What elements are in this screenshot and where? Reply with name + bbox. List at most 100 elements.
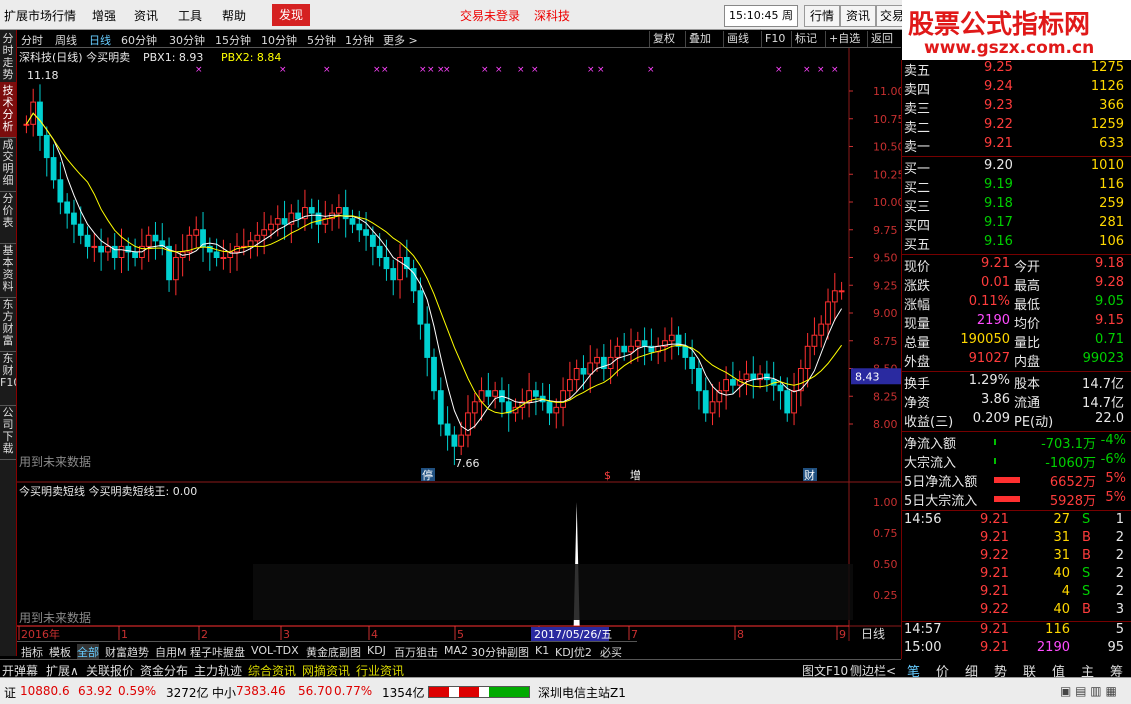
period-5[interactable]: 15分钟 bbox=[215, 32, 251, 48]
x-tick-label: 2016年 bbox=[21, 627, 60, 641]
vtab-label: 东方财富 bbox=[2, 298, 14, 347]
vtab-7[interactable]: 公司下载 bbox=[0, 404, 16, 460]
tick-side: S bbox=[1082, 584, 1091, 599]
server-name[interactable]: 深圳电信主站Z1 bbox=[538, 684, 626, 701]
period-2[interactable]: 日线 bbox=[89, 32, 111, 48]
sell-price: 9.24 bbox=[984, 79, 1013, 94]
indicator-tab-12[interactable]: K1 bbox=[535, 644, 549, 657]
buy-price: 9.17 bbox=[984, 215, 1013, 230]
quote-tab-button[interactable]: 行情 bbox=[804, 5, 840, 27]
index2-value[interactable]: 7383.46 bbox=[236, 684, 286, 698]
indicator-tab-6[interactable]: VOL-TDX bbox=[251, 644, 299, 657]
candle-body bbox=[23, 123, 30, 126]
flow-row: 5日净流入额 6652万 5% bbox=[902, 471, 1131, 490]
tick-count: 2 bbox=[1115, 584, 1124, 599]
sell-row[interactable]: 卖四 9.24 1126 bbox=[902, 79, 1131, 98]
indicator-tab-1[interactable]: 模板 bbox=[49, 644, 71, 660]
indicator-tab-9[interactable]: 百万狙击 bbox=[394, 644, 438, 660]
sell-volume: 1126 bbox=[1090, 79, 1124, 94]
indicator-tab-5[interactable]: 程子咔握盘 bbox=[190, 644, 245, 660]
menu-tools[interactable]: 工具 bbox=[178, 7, 202, 24]
indicator-tab-14[interactable]: 必买 bbox=[600, 644, 622, 660]
menu-enhance[interactable]: 增强 bbox=[92, 7, 116, 24]
event-marker[interactable]: 财 bbox=[804, 468, 815, 482]
vtab-0[interactable]: 分时走势 bbox=[0, 30, 16, 84]
period-9[interactable]: 更多 > bbox=[383, 32, 418, 48]
fund-row: 收益(三) 0.209 PE(动) 22.0 bbox=[902, 411, 1131, 430]
indicator-tab-11[interactable]: 30分钟副图 bbox=[471, 644, 529, 660]
vtab-label: 分时走势 bbox=[2, 32, 14, 81]
buy-label: 买二 bbox=[904, 181, 931, 196]
buy-row[interactable]: 买一 9.20 1010 bbox=[902, 158, 1131, 177]
vtab-4[interactable]: 基本资料 bbox=[0, 242, 16, 298]
vtab-5[interactable]: 东方财富 bbox=[0, 296, 16, 352]
trade-login-notice[interactable]: 交易未登录 bbox=[460, 7, 520, 24]
indicator-tab-13[interactable]: KDJ优2 bbox=[555, 644, 592, 660]
menu-news[interactable]: 资讯 bbox=[134, 7, 158, 24]
vtab-3[interactable]: 分价表 bbox=[0, 190, 16, 244]
flow-label: 5日净流入额 bbox=[904, 475, 978, 490]
period-6[interactable]: 10分钟 bbox=[261, 32, 297, 48]
period-1[interactable]: 周线 bbox=[55, 32, 77, 48]
index1-value[interactable]: 10880.6 bbox=[20, 684, 70, 698]
stat-row: 总量 190050 量比 0.71 bbox=[902, 332, 1131, 351]
toolbar-right-1[interactable]: 叠加 bbox=[685, 31, 714, 47]
buy-row[interactable]: 买二 9.19 116 bbox=[902, 177, 1131, 196]
sell-row[interactable]: 卖一 9.21 633 bbox=[902, 136, 1131, 155]
sell-row[interactable]: 卖二 9.22 1259 bbox=[902, 117, 1131, 136]
period-8[interactable]: 1分钟 bbox=[345, 32, 374, 48]
event-marker[interactable]: 增 bbox=[630, 468, 641, 482]
candle-body bbox=[811, 334, 818, 347]
stock-name-notice: 深科技 bbox=[534, 9, 571, 23]
toolbar-right-2[interactable]: 画线 bbox=[723, 31, 752, 47]
y-tick-label: 8.25 bbox=[873, 390, 898, 403]
index2-change: 56.70 bbox=[298, 684, 333, 698]
indicator-tab-2[interactable]: 全部 bbox=[77, 644, 99, 660]
buy-row[interactable]: 买四 9.17 281 bbox=[902, 215, 1131, 234]
divider bbox=[902, 371, 1131, 372]
stat-label: 最高 bbox=[1014, 279, 1041, 294]
toolbar-right-6[interactable]: 返回 bbox=[867, 31, 896, 47]
toolbar-right-0[interactable]: 复权 bbox=[649, 31, 678, 47]
fund-label: PE(动) bbox=[1014, 415, 1054, 430]
toolbar-right-3[interactable]: F10 bbox=[761, 31, 788, 47]
kline-chart[interactable]: 11.0010.7510.5010.2510.009.759.509.259.0… bbox=[17, 48, 901, 641]
buy-row[interactable]: 买五 9.16 106 bbox=[902, 234, 1131, 253]
event-marker[interactable]: 停 bbox=[422, 468, 433, 482]
index1-percent: 0.59% bbox=[118, 684, 157, 698]
indicator-tab-3[interactable]: 财富趋势 bbox=[105, 644, 149, 660]
vtab-2[interactable]: 成交明细 bbox=[0, 136, 16, 192]
sub-y-tick-label: 0.50 bbox=[873, 558, 898, 571]
tick-row: 15:00 9.21 2190 95 bbox=[902, 640, 1131, 658]
indicator-tab-0[interactable]: 指标 bbox=[21, 644, 43, 660]
vtab-1[interactable]: 技术分析 bbox=[0, 82, 16, 138]
buy-row[interactable]: 买三 9.18 259 bbox=[902, 196, 1131, 215]
toolbar-right-4[interactable]: 标记 bbox=[791, 31, 820, 47]
menu-help[interactable]: 帮助 bbox=[222, 7, 246, 24]
toolbar-right-5[interactable]: +自选 bbox=[825, 31, 863, 47]
indicator-tab-7[interactable]: 黄金底副图 bbox=[306, 644, 361, 660]
candle-body bbox=[254, 234, 261, 242]
event-marker[interactable]: $ bbox=[604, 469, 611, 482]
buy-volume: 1010 bbox=[1090, 158, 1124, 173]
indicator-tab-8[interactable]: KDJ bbox=[367, 644, 386, 657]
indicator-tab-10[interactable]: MA2 bbox=[444, 644, 468, 657]
flow-bar bbox=[994, 439, 996, 445]
sell-row[interactable]: 卖三 9.23 366 bbox=[902, 98, 1131, 117]
period-0[interactable]: 分时 bbox=[21, 32, 43, 48]
fund-label: 流通 bbox=[1014, 396, 1041, 411]
indicator-tab-4[interactable]: 自用M bbox=[155, 644, 187, 660]
news-tab-button[interactable]: 资讯 bbox=[840, 5, 876, 27]
menu-extended-market[interactable]: 扩展市场行情 bbox=[4, 7, 76, 24]
sell-price: 9.23 bbox=[984, 98, 1013, 113]
period-4[interactable]: 30分钟 bbox=[169, 32, 205, 48]
vtab-6[interactable]: 东财F10 bbox=[0, 350, 16, 406]
stat-value: 9.05 bbox=[1095, 294, 1124, 309]
candle-body bbox=[417, 290, 424, 325]
discover-button[interactable]: 发现 bbox=[272, 4, 310, 26]
sell-row[interactable]: 卖五 9.25 1275 bbox=[902, 60, 1131, 79]
period-7[interactable]: 5分钟 bbox=[307, 32, 336, 48]
sell-volume: 1275 bbox=[1090, 60, 1124, 75]
candle-body bbox=[193, 229, 200, 236]
period-3[interactable]: 60分钟 bbox=[121, 32, 157, 48]
